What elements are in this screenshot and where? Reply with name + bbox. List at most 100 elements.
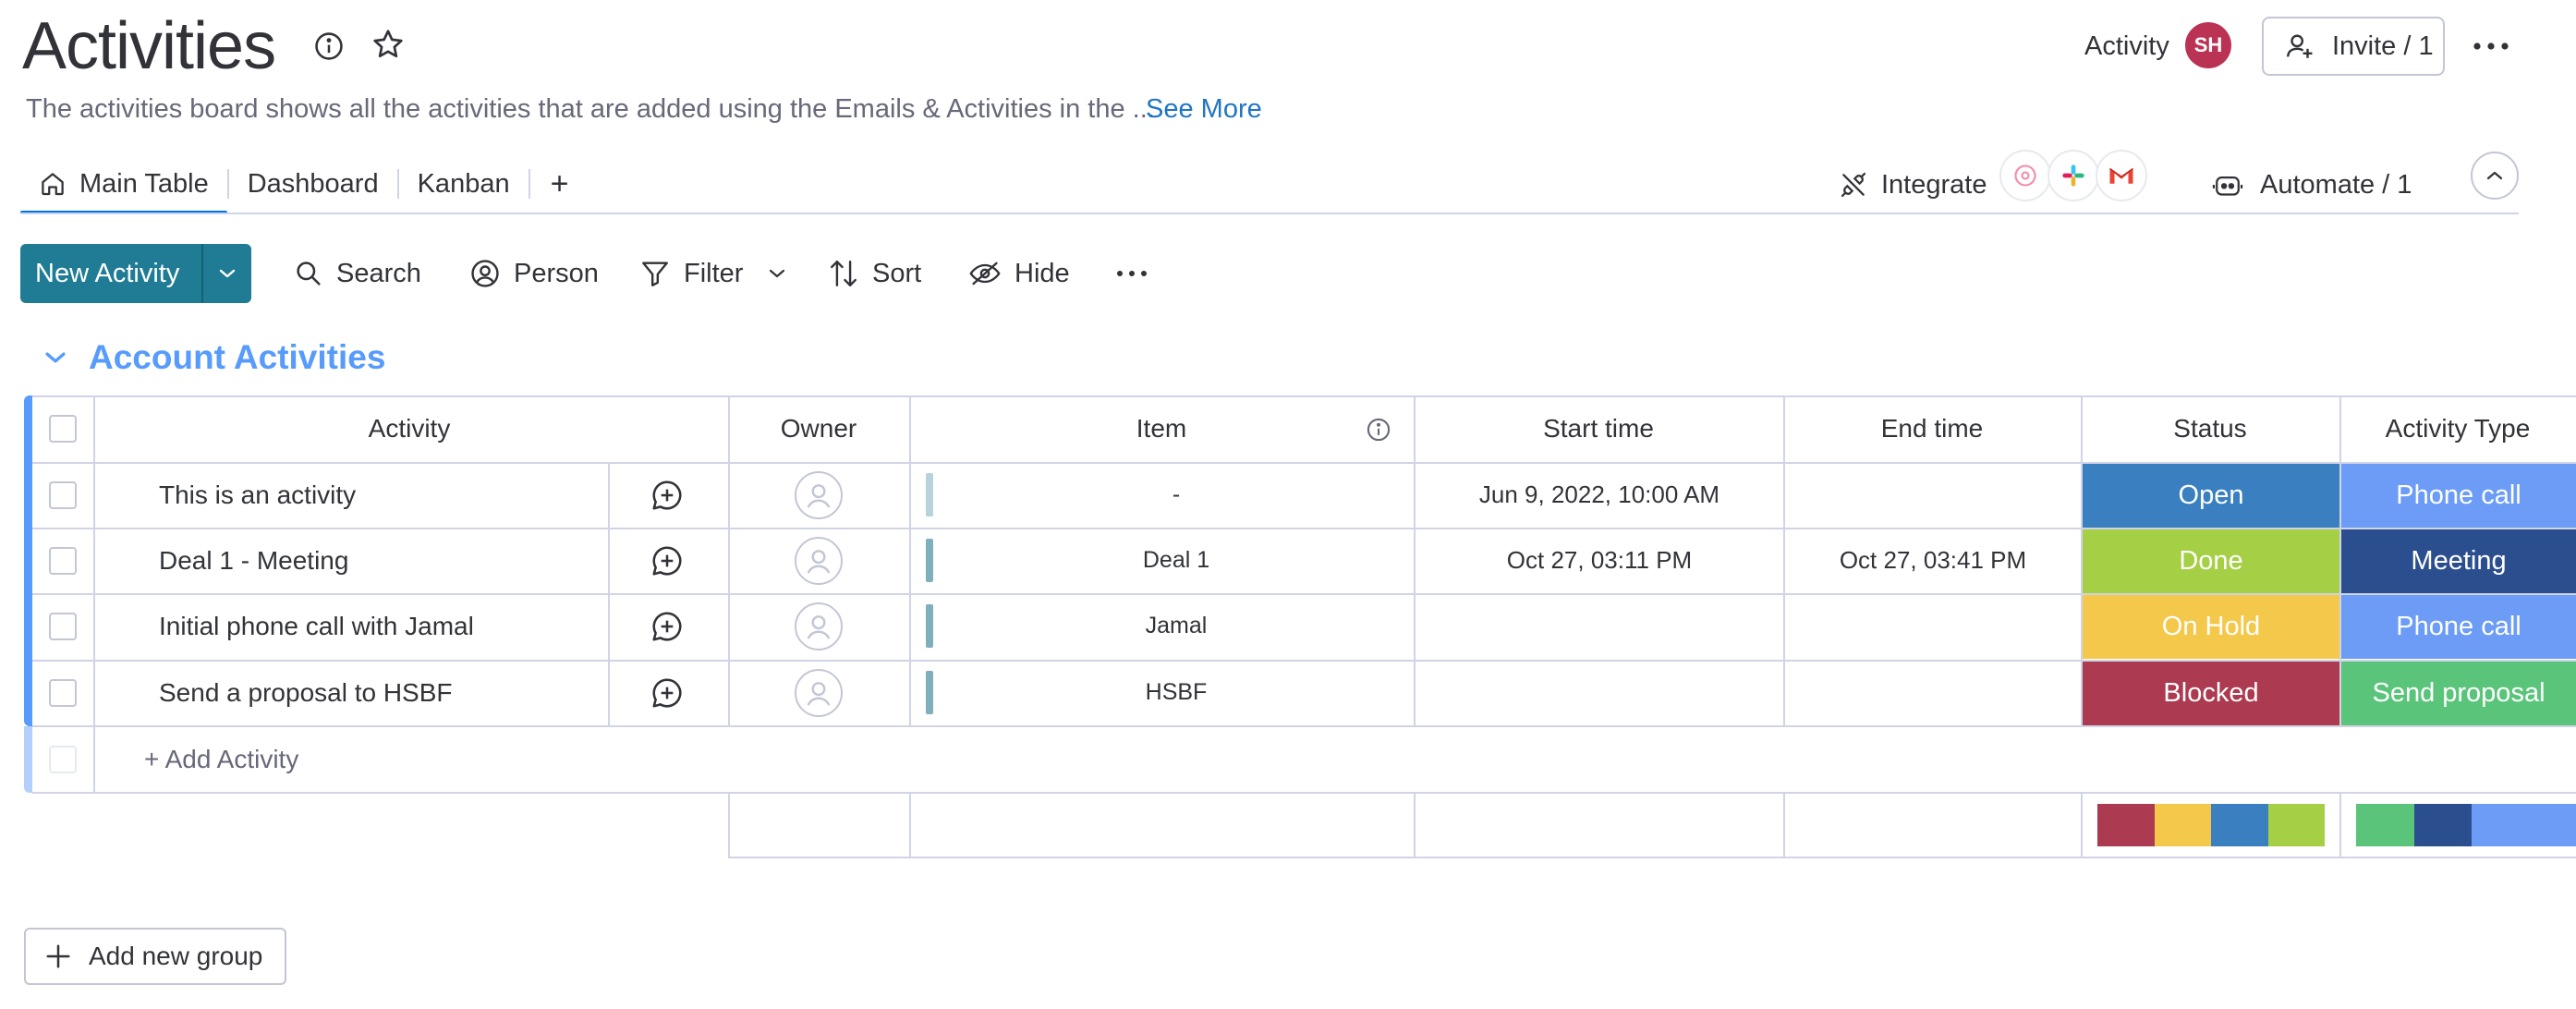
- hide-label: Hide: [1015, 258, 1070, 288]
- new-activity-label[interactable]: New Activity: [20, 244, 201, 303]
- sort-button[interactable]: Sort: [828, 244, 921, 303]
- activity-type-summary-bar[interactable]: [2356, 804, 2576, 846]
- integrate-button[interactable]: Integrate: [1839, 157, 1987, 213]
- col-divider: [93, 395, 95, 792]
- slack-icon: [2047, 150, 2099, 201]
- end-time-cell[interactable]: [1785, 593, 2081, 659]
- select-all-cell: [32, 395, 93, 462]
- tab-dashboard[interactable]: Dashboard: [229, 155, 397, 213]
- add-view-button[interactable]: +: [530, 166, 589, 202]
- column-header-status[interactable]: Status: [2081, 395, 2339, 462]
- table-border-top: [32, 395, 2576, 397]
- group-color-strip-add-row: [24, 726, 32, 793]
- search-button[interactable]: Search: [294, 244, 421, 303]
- status-cell[interactable]: On Hold: [2083, 595, 2339, 659]
- activity-name-cell[interactable]: Send a proposal to HSBF: [159, 660, 602, 725]
- row-checkbox[interactable]: [49, 612, 77, 640]
- tab-main-table[interactable]: Main Table: [20, 155, 227, 214]
- more-toolbar-icon[interactable]: [1116, 244, 1148, 303]
- chevron-down-icon: [769, 269, 785, 278]
- owner-cell[interactable]: [728, 528, 909, 593]
- row-checkbox[interactable]: [49, 480, 77, 509]
- add-update-icon[interactable]: [649, 608, 686, 645]
- select-all-checkbox[interactable]: [49, 415, 77, 443]
- column-header-item[interactable]: Item: [909, 395, 1414, 462]
- row-checkbox-cell: [32, 528, 93, 593]
- person-icon: [469, 258, 501, 289]
- status-cell[interactable]: Done: [2083, 529, 2339, 593]
- column-label: End time: [1880, 414, 1984, 443]
- tab-kanban[interactable]: Kanban: [399, 155, 529, 213]
- chevron-down-icon[interactable]: [43, 349, 68, 366]
- group-header[interactable]: Account Activities: [43, 334, 385, 381]
- collapse-header-button[interactable]: [2471, 152, 2519, 200]
- start-time-cell[interactable]: Jun 9, 2022, 10:00 AM: [1416, 462, 1783, 528]
- start-time-cell[interactable]: [1416, 660, 1783, 725]
- hide-button[interactable]: Hide: [968, 244, 1070, 303]
- status-summary-bar[interactable]: [2097, 804, 2325, 846]
- user-avatar[interactable]: SH: [2185, 22, 2231, 68]
- column-header-start-time[interactable]: Start time: [1414, 395, 1783, 462]
- item-cell[interactable]: Deal 1: [939, 528, 1414, 593]
- activity-log-link[interactable]: Activity: [2084, 28, 2169, 65]
- person-filter-button[interactable]: Person: [469, 244, 599, 303]
- column-header-activity[interactable]: Activity: [93, 395, 725, 462]
- star-icon[interactable]: [368, 24, 408, 65]
- new-activity-button[interactable]: New Activity: [20, 244, 251, 303]
- filter-dropdown[interactable]: [767, 244, 787, 303]
- column-header-owner[interactable]: Owner: [728, 395, 909, 462]
- item-cell[interactable]: -: [939, 462, 1414, 528]
- automate-button[interactable]: Automate / 1: [2212, 157, 2412, 213]
- status-cell[interactable]: Open: [2083, 464, 2339, 528]
- item-link-indicator: [926, 473, 933, 517]
- search-icon: [294, 259, 323, 288]
- tabs-divider-line: [20, 213, 2519, 214]
- start-time-cell[interactable]: Oct 27, 03:11 PM: [1416, 528, 1783, 593]
- activity-type-cell[interactable]: Meeting: [2341, 529, 2576, 593]
- row-checkbox[interactable]: [49, 546, 77, 575]
- owner-cell[interactable]: [728, 660, 909, 725]
- activity-name-cell[interactable]: Deal 1 - Meeting: [159, 528, 602, 593]
- add-update-icon[interactable]: [649, 542, 686, 579]
- start-time-cell[interactable]: [1416, 593, 1783, 659]
- owner-cell[interactable]: [728, 593, 909, 659]
- activity-type-cell[interactable]: Phone call: [2341, 464, 2576, 528]
- status-summary-segment: [2267, 804, 2325, 846]
- filter-button[interactable]: Filter: [639, 244, 743, 303]
- owner-cell[interactable]: [728, 462, 909, 528]
- add-new-group-button[interactable]: Add new group: [24, 928, 286, 985]
- board-title[interactable]: Activities: [22, 6, 276, 87]
- summary-divider: [2081, 792, 2083, 858]
- add-update-icon[interactable]: [649, 477, 686, 514]
- activity-name-cell[interactable]: This is an activity: [159, 462, 602, 528]
- summary-divider: [1783, 792, 1785, 858]
- activity-name-cell[interactable]: Initial phone call with Jamal: [159, 593, 602, 659]
- person-label: Person: [514, 258, 599, 288]
- new-activity-dropdown[interactable]: [201, 244, 251, 303]
- group-title[interactable]: Account Activities: [89, 338, 385, 377]
- integration-apps[interactable]: [1999, 150, 2147, 205]
- row-checkbox[interactable]: [49, 678, 77, 707]
- item-cell[interactable]: Jamal: [939, 593, 1414, 659]
- status-cell[interactable]: Blocked: [2083, 662, 2339, 725]
- robot-icon: [2212, 170, 2243, 200]
- item-cell[interactable]: HSBF: [939, 660, 1414, 725]
- activity-type-cell[interactable]: Send proposal: [2341, 662, 2576, 725]
- add-activity-row[interactable]: + Add Activity: [144, 726, 699, 793]
- see-more-link[interactable]: See More: [1146, 91, 1262, 128]
- activity-type-summary-segment: [2413, 804, 2473, 846]
- end-time-cell[interactable]: [1785, 660, 2081, 725]
- item-info-icon[interactable]: [1366, 416, 1393, 444]
- invite-button[interactable]: Invite / 1: [2262, 17, 2445, 76]
- end-time-cell[interactable]: [1785, 462, 2081, 528]
- more-options-icon[interactable]: [2465, 22, 2517, 70]
- info-icon[interactable]: [309, 26, 349, 67]
- summary-divider: [2339, 792, 2341, 858]
- col-divider: [728, 395, 730, 726]
- activity-type-cell[interactable]: Phone call: [2341, 595, 2576, 659]
- column-header-end-time[interactable]: End time: [1783, 395, 2081, 462]
- end-time-cell[interactable]: Oct 27, 03:41 PM: [1785, 528, 2081, 593]
- column-header-activity-type[interactable]: Activity Type: [2339, 395, 2576, 462]
- integrate-label: Integrate: [1881, 169, 1987, 200]
- add-update-icon[interactable]: [649, 675, 686, 711]
